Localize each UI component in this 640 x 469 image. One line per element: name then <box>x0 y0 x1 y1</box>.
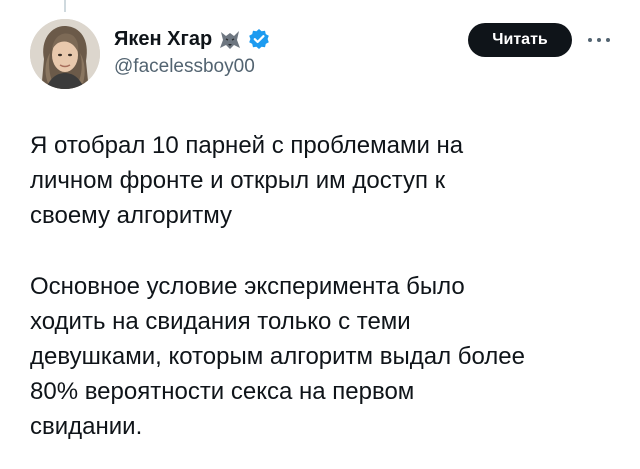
tweet-line: Я отобрал 10 парней с проблемами на <box>30 132 464 159</box>
tweet-line: свидании. <box>30 413 143 440</box>
follow-button[interactable]: Читать <box>468 23 572 57</box>
author-name-row: Якен Хгар <box>114 26 270 52</box>
more-horizontal-icon[interactable] <box>584 30 614 50</box>
tweet-line: личном фронте и открыл им доступ к <box>30 167 446 194</box>
author-display-name[interactable]: Якен Хгар <box>114 28 212 51</box>
tweet-line: ходить на свидания только с теми <box>30 308 411 335</box>
tweet-text: Я отобрал 10 парней с проблемами на личн… <box>30 128 630 444</box>
tweet-header: Якен Хгар @facelessboy00 Читать <box>0 0 640 110</box>
tweet-line: своему алгоритму <box>30 202 233 229</box>
tweet-line: 80% вероятности секса на первом <box>30 378 415 405</box>
avatar[interactable] <box>30 19 100 89</box>
tweet-paragraph: Я отобрал 10 парней с проблемами на личн… <box>30 128 630 233</box>
tweet-line: девушками, которым алгоритм выдал более <box>30 343 525 370</box>
avatar-photo <box>30 19 100 89</box>
author-handle[interactable]: @facelessboy00 <box>114 56 255 78</box>
wolf-icon <box>218 28 242 50</box>
tweet-line: Основное условие эксперимента было <box>30 273 465 300</box>
verified-badge-icon <box>248 28 270 50</box>
tweet-paragraph: Основное условие эксперимента было ходит… <box>30 269 630 444</box>
